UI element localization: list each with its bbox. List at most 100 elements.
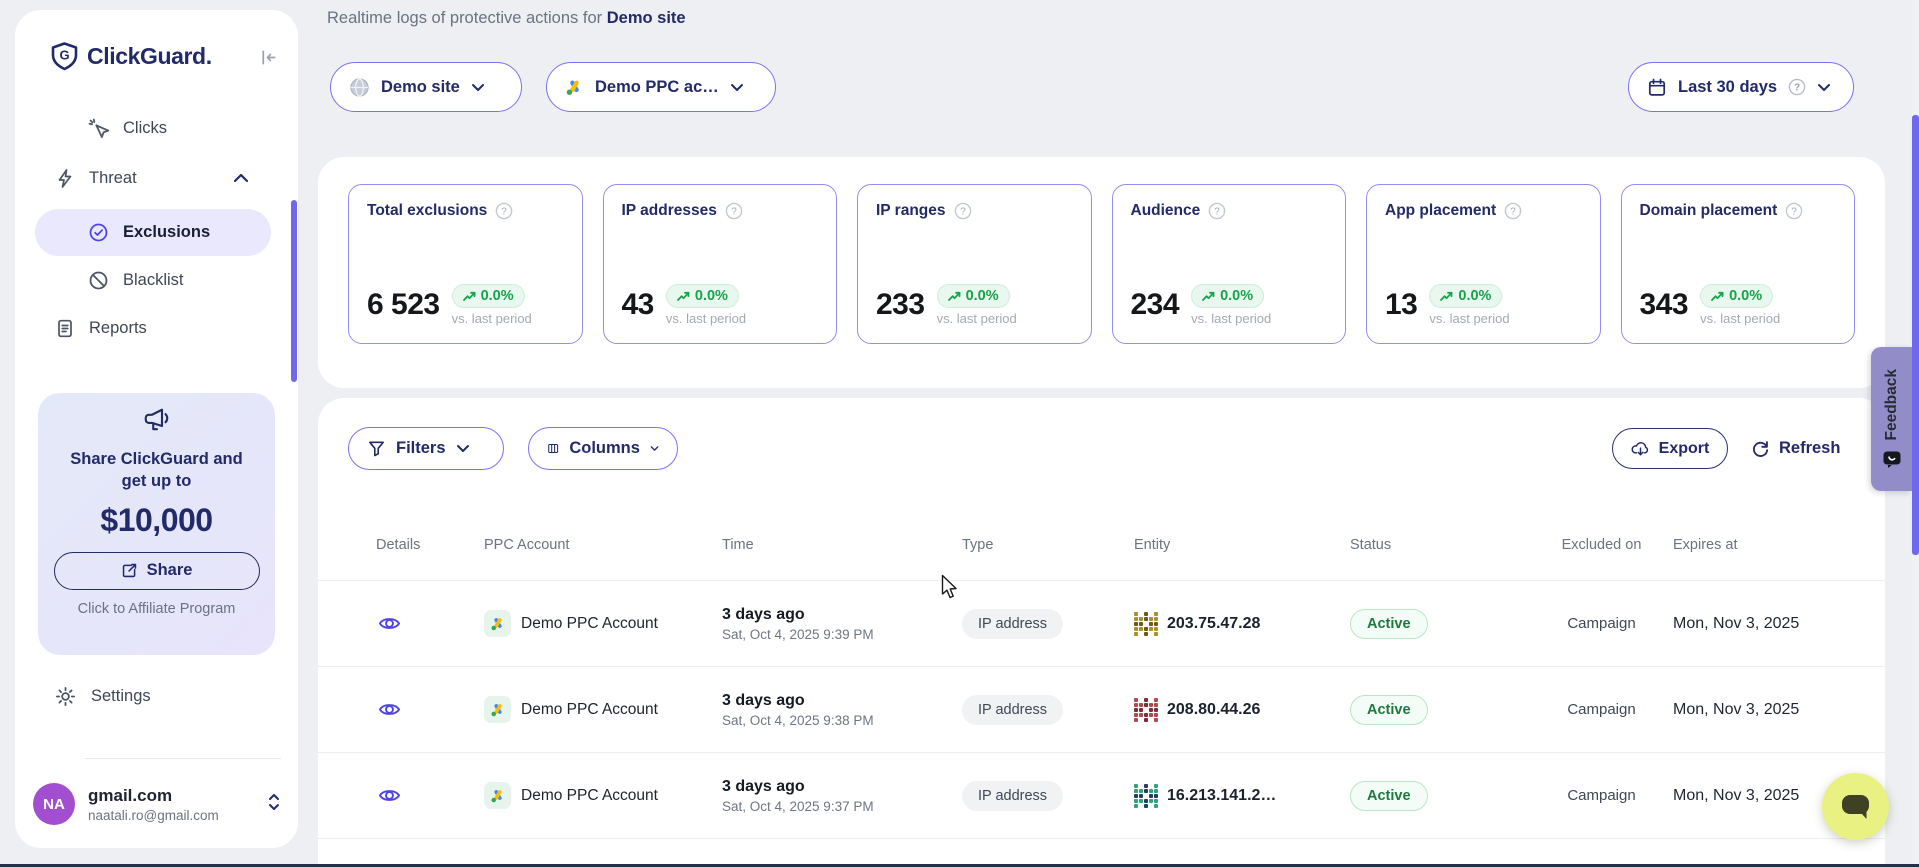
feedback-chat-icon [1882,450,1902,469]
question-circle-icon[interactable]: ? [1504,202,1522,220]
sidebar-item-threat[interactable]: Threat [55,160,280,196]
table-row[interactable]: 3 days ago [318,838,1885,867]
sidebar-item-reports[interactable]: Reports [55,310,147,346]
sidebar-scrollbar-thumb[interactable] [291,200,297,382]
question-circle-icon[interactable]: ? [495,202,513,220]
stat-delta-value: 0.0% [1458,288,1491,304]
site-selector-dropdown[interactable]: Demo site [330,62,522,112]
sidebar-item-exclusions[interactable]: Exclusions [35,209,271,256]
stat-card: App placement ? 13 [1366,184,1601,344]
refresh-button[interactable]: Refresh [1751,428,1840,469]
columns-dropdown[interactable]: Columns [528,427,678,470]
status-badge: Active [1350,695,1428,725]
view-details-icon[interactable] [378,612,402,636]
external-link-icon [121,562,138,579]
stat-card-value: 6 523 [367,288,440,322]
sidebar-item-label: Exclusions [123,223,210,242]
chat-launcher-button[interactable] [1822,773,1889,840]
stat-delta-value: 0.0% [1220,288,1253,304]
view-details-icon[interactable] [378,698,402,722]
cloud-download-icon [1631,440,1650,457]
question-circle-icon[interactable]: ? [1785,202,1803,220]
promo-text-line2: get up to [122,472,192,490]
question-circle-icon[interactable]: ? [954,202,972,220]
filters-dropdown[interactable]: Filters [348,427,504,470]
google-ads-icon [484,696,511,723]
type-badge: IP address [962,781,1063,811]
stat-delta-badge: 0.0% [1700,284,1773,308]
entity-identicon [1134,698,1158,722]
col-header-status[interactable]: Status [1350,537,1530,553]
time-relative: 3 days ago [722,692,962,710]
status-badge: Active [1350,781,1428,811]
col-header-excluded-on[interactable]: Excluded on [1561,535,1643,555]
ppc-account-selector-value: Demo PPC ac… [595,78,719,97]
badge-check-icon [88,222,109,243]
bolt-icon [55,168,75,189]
columns-label: Columns [569,439,640,458]
type-badge: IP address [962,695,1063,725]
sidebar-item-label: Clicks [123,119,167,138]
chevron-up-icon[interactable] [233,169,249,188]
sidebar-item-settings[interactable]: Settings [55,678,151,714]
stat-card-title: Domain placement [1640,202,1778,220]
col-header-ppc-account[interactable]: PPC Account [484,537,722,553]
export-label: Export [1659,440,1710,458]
question-circle-icon[interactable]: ? [1208,202,1226,220]
feedback-label: Feedback [1883,369,1901,441]
ppc-account-selector-dropdown[interactable]: Demo PPC ac… [546,62,776,112]
stat-delta-badge: 0.0% [937,284,1010,308]
table-row[interactable]: Demo PPC Account 3 days ago Sat, Oct 4, … [318,580,1885,666]
settings-label: Settings [91,687,151,706]
site-selector-value: Demo site [381,78,460,97]
stat-delta-value: 0.0% [695,288,728,304]
question-circle-icon[interactable]: ? [725,202,743,220]
promo-amount: $10,000 [50,502,263,539]
sidebar-item-label: Reports [89,319,147,338]
col-header-type[interactable]: Type [962,537,1134,553]
export-button[interactable]: Export [1612,428,1728,469]
sidebar-collapse-icon[interactable] [259,48,278,72]
entity-value: 16.213.141.2… [1167,787,1276,805]
col-header-expires-at[interactable]: Expires at [1673,537,1865,553]
affiliate-promo-card[interactable]: Share ClickGuard and get up to $10,000 S… [38,393,275,655]
chevron-down-icon [471,83,485,92]
table-row[interactable]: Demo PPC Account 3 days ago Sat, Oct 4, … [318,752,1885,838]
stat-card-title: App placement [1385,202,1496,220]
feedback-tab[interactable]: Feedback [1871,347,1912,491]
chevron-down-icon [456,444,470,453]
ppc-account-name: Demo PPC Account [521,615,658,633]
columns-icon [547,439,559,458]
col-header-entity[interactable]: Entity [1134,537,1350,553]
clickguard-shield-icon: G [51,42,78,71]
brand-logo[interactable]: G ClickGuard. [51,42,212,71]
question-circle-icon: ? [1788,78,1806,96]
page-scrollbar-thumb[interactable] [1912,115,1919,555]
account-menu[interactable]: NA gmail.com naatali.ro@gmail.com [33,783,281,825]
sidebar: G ClickGuard. Clicks Threat [15,10,298,848]
affiliate-link[interactable]: Click to Affiliate Program [50,601,263,617]
sidebar-item-blacklist[interactable]: Blacklist [88,262,184,298]
chevron-down-icon [650,444,659,453]
time-absolute: Sat, Oct 4, 2025 9:38 PM [722,713,962,728]
funnel-icon [367,439,386,458]
sidebar-item-clicks[interactable]: Clicks [88,110,167,146]
date-range-dropdown[interactable]: Last 30 days ? [1628,62,1854,112]
cursor-click-icon [88,118,109,139]
google-ads-icon [484,782,511,809]
stat-card: IP addresses ? 43 [603,184,838,344]
stat-delta-caption: vs. last period [452,311,532,326]
document-icon [55,318,75,339]
view-details-icon[interactable] [378,784,402,808]
col-header-details[interactable]: Details [376,537,484,553]
sidebar-item-label: Blacklist [123,271,184,290]
svg-text:?: ? [1214,207,1220,218]
svg-text:?: ? [1792,207,1798,218]
stat-cards-row: Total exclusions ? 6 523 [348,184,1855,344]
share-button[interactable]: Share [54,552,260,590]
table-row[interactable]: Demo PPC Account 3 days ago Sat, Oct 4, … [318,666,1885,752]
account-name: gmail.com [88,786,219,806]
col-header-time[interactable]: Time [722,537,962,553]
trend-up-icon [1202,291,1215,302]
entity-value: 203.75.47.28 [1167,615,1260,633]
